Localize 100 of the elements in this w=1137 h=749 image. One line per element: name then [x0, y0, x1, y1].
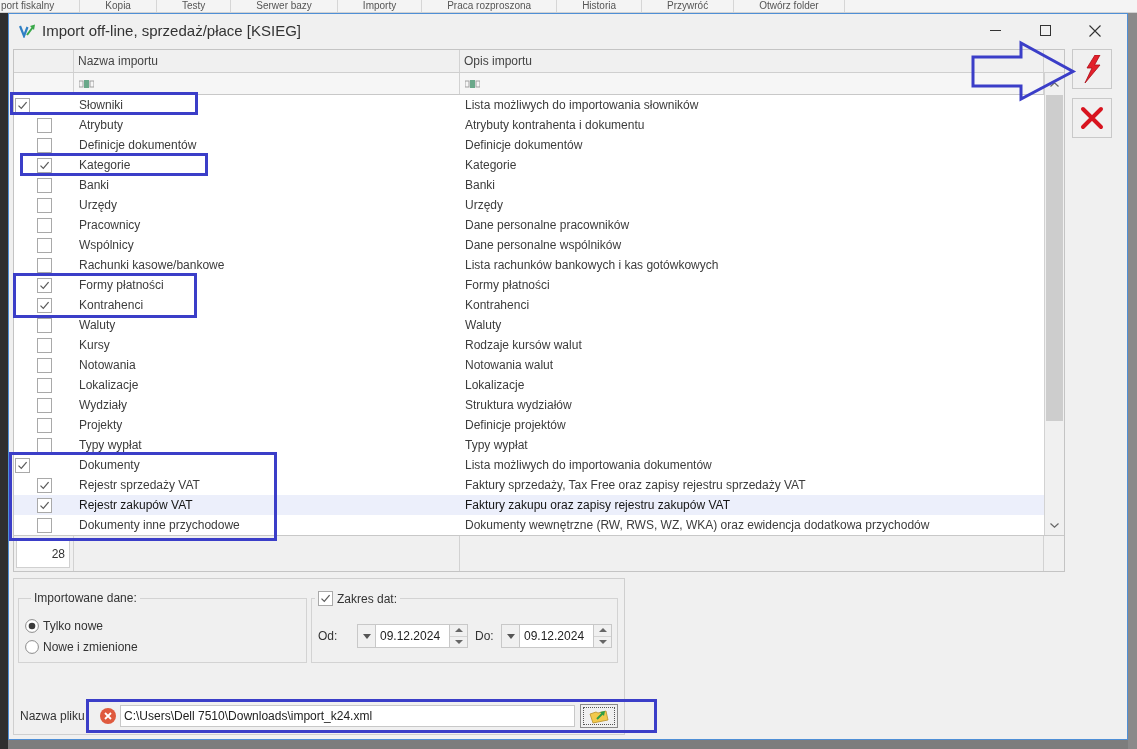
- caret-down-icon: [598, 639, 607, 644]
- table-row[interactable]: Rejestr zakupów VAT Faktury zakupu oraz zapisy rejestru zakupów VAT: [14, 495, 1044, 515]
- checkbox[interactable]: [37, 177, 52, 193]
- file-path-field[interactable]: C:\Users\Dell 7510\Downloads\import_k24.xml: [120, 705, 575, 727]
- table-cell-text: Faktury sprzedaży, Tax Free oraz zapisy rejestru sprzedaży VAT: [464, 478, 807, 492]
- table-cell-text: Kategorie: [78, 158, 132, 172]
- checkbox[interactable]: [37, 197, 52, 213]
- column-header[interactable]: Nazwa importu: [74, 50, 460, 72]
- table-cell-text: Waluty: [464, 318, 503, 332]
- browse-button[interactable]: [580, 704, 618, 728]
- checkbox[interactable]: [37, 237, 52, 253]
- text-filter-icon: [79, 79, 94, 88]
- table-cell-text: Dokumenty: [78, 458, 141, 472]
- checkbox[interactable]: [37, 357, 52, 373]
- toolbar-item[interactable]: Historia: [557, 0, 643, 12]
- date-field[interactable]: 09.12.2024: [376, 624, 449, 648]
- checkbox[interactable]: [15, 97, 30, 113]
- table-cell-text: Atrybuty: [78, 118, 124, 132]
- maximize-icon: [1039, 25, 1051, 36]
- table-cell-text: Definicje dokumentów: [464, 138, 584, 152]
- table-cell-text: Dane personalne pracowników: [464, 218, 631, 232]
- table-cell-text: Urzędy: [464, 198, 504, 212]
- checkbox[interactable]: [37, 517, 52, 533]
- table-cell-text: Formy płatności: [464, 278, 551, 292]
- folder-icon: [589, 708, 609, 724]
- table-cell-text: Wspólnicy: [78, 238, 135, 252]
- checkbox[interactable]: [37, 157, 52, 173]
- table-cell-text: Lokalizacje: [464, 378, 526, 392]
- checkbox[interactable]: [37, 417, 52, 433]
- date-dropdown-button[interactable]: [357, 624, 376, 648]
- table-cell-text: Banki: [464, 178, 497, 192]
- group-label: Zakres dat:: [337, 591, 398, 606]
- cross-icon: [1080, 106, 1104, 130]
- radio-button[interactable]: [25, 639, 39, 654]
- table-cell-text: Dokumenty inne przychodowe: [78, 518, 241, 532]
- checkbox[interactable]: [37, 337, 52, 353]
- table-cell-text: Typy wypłat: [464, 438, 529, 452]
- table-cell-text: Dane personalne wspólników: [464, 238, 623, 252]
- toolbar-item[interactable]: Kopia: [80, 0, 157, 12]
- window-title: Import off-line, sprzedaż/płace [KSIEG]: [42, 22, 301, 39]
- date-label: Do:: [475, 629, 495, 643]
- table-cell-text: Pracownicy: [78, 218, 142, 232]
- table-cell-text: Typy wypłat: [78, 438, 143, 452]
- option-label: Tylko nowe: [43, 618, 104, 633]
- checkbox[interactable]: [37, 437, 52, 453]
- date-label: Od:: [318, 629, 339, 643]
- checkbox[interactable]: [37, 117, 52, 133]
- table-cell-text: Rejestr zakupów VAT: [78, 498, 194, 512]
- table-cell-text: Rodzaje kursów walut: [464, 338, 583, 352]
- run-button[interactable]: [1072, 49, 1112, 89]
- chevron-down-icon: [1050, 522, 1059, 528]
- caret-up-icon: [454, 628, 463, 633]
- date-dropdown-button[interactable]: [501, 624, 520, 648]
- app-logo-icon: [19, 23, 36, 38]
- date-field[interactable]: 09.12.2024: [520, 624, 593, 648]
- table-cell-text: Notowania: [78, 358, 137, 372]
- table-cell-text: Waluty: [78, 318, 117, 332]
- table-cell-text: Lista możliwych do importowania słowników: [464, 98, 700, 112]
- checkbox[interactable]: [37, 497, 52, 513]
- table-cell-text: Notowania walut: [464, 358, 555, 372]
- checkbox[interactable]: [37, 277, 52, 293]
- table-cell-text: Kategorie: [464, 158, 518, 172]
- checkbox[interactable]: [37, 377, 52, 393]
- file-label: Nazwa pliku: [19, 709, 86, 723]
- checkbox[interactable]: [37, 317, 52, 333]
- checkbox[interactable]: [15, 457, 30, 473]
- x-circle-icon[interactable]: [100, 708, 116, 724]
- table-cell-text: Urzędy: [78, 198, 118, 212]
- toolbar-item[interactable]: Przywróć: [642, 0, 735, 12]
- toolbar-item[interactable]: Testy: [156, 0, 232, 12]
- column-header[interactable]: Opis importu: [460, 50, 1044, 72]
- toolbar-item[interactable]: Praca rozproszona: [422, 0, 558, 12]
- table-cell-text: Kontrahenci: [464, 298, 531, 312]
- text-filter-icon: [465, 79, 480, 88]
- table-cell-text: Definicje dokumentów: [78, 138, 198, 152]
- toolbar-item[interactable]: Otwórz folder: [734, 0, 845, 12]
- lightning-icon: [1083, 55, 1101, 83]
- toolbar-item[interactable]: Serwer bazy: [231, 0, 338, 12]
- checkbox[interactable]: [37, 217, 52, 233]
- caret-down-icon: [454, 639, 463, 644]
- checkbox[interactable]: [37, 297, 52, 313]
- checkbox[interactable]: [37, 257, 52, 273]
- caret-down-icon: [362, 633, 371, 639]
- checkbox[interactable]: [37, 397, 52, 413]
- checkbox[interactable]: [37, 477, 52, 493]
- caret-down-icon: [506, 633, 515, 639]
- scrollbar[interactable]: [1044, 73, 1064, 535]
- checkbox[interactable]: [37, 137, 52, 153]
- cancel-button[interactable]: [1072, 98, 1112, 138]
- close-icon: [1089, 24, 1101, 37]
- checkbox[interactable]: [318, 591, 333, 606]
- table-cell-text: Kursy: [78, 338, 111, 352]
- minimize-icon: [989, 30, 1001, 31]
- table-cell-text: Struktura wydziałów: [464, 398, 573, 412]
- scrollbar-thumb[interactable]: [1046, 95, 1063, 421]
- table-cell-text: Słowniki: [78, 98, 124, 112]
- toolbar-item[interactable]: port fiskalny: [0, 0, 81, 12]
- table-cell-text: Banki: [78, 178, 111, 192]
- radio-button[interactable]: [25, 618, 39, 633]
- toolbar-item[interactable]: Importy: [337, 0, 423, 12]
